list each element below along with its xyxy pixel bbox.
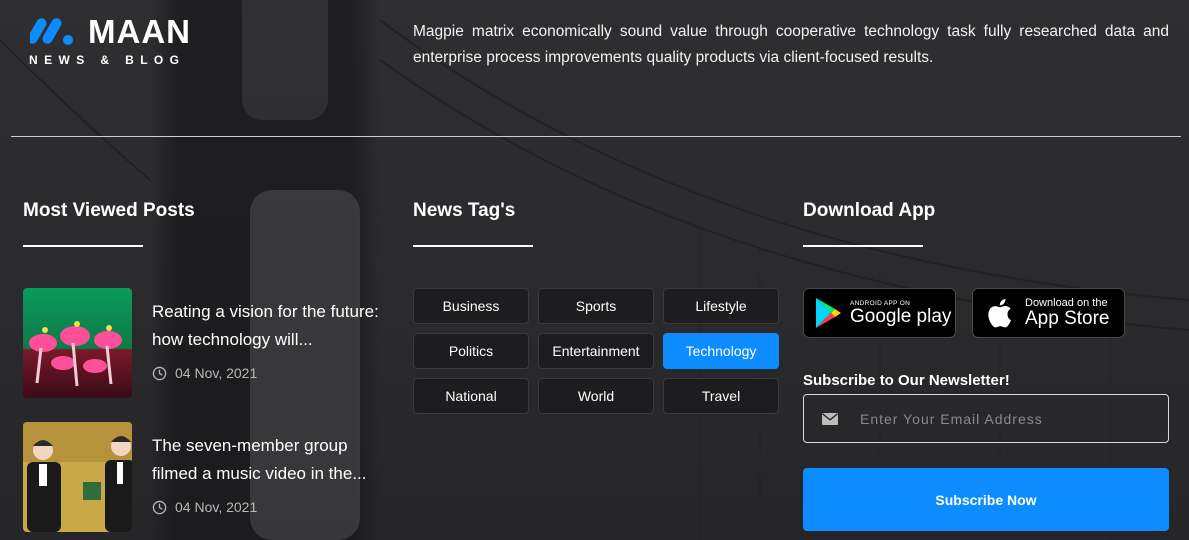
post-date: 04 Nov, 2021 bbox=[175, 499, 258, 515]
tag-technology[interactable]: Technology bbox=[663, 333, 779, 369]
post-item[interactable]: Reating a vision for the future: how tec… bbox=[23, 288, 393, 400]
tag-politics[interactable]: Politics bbox=[413, 333, 529, 369]
tag-business[interactable]: Business bbox=[413, 288, 529, 324]
download-app-title: Download App bbox=[803, 200, 936, 221]
brand-logo[interactable]: MAAN NEWS & BLOG bbox=[29, 12, 220, 72]
email-input[interactable] bbox=[860, 410, 1150, 427]
envelope-icon bbox=[822, 412, 838, 425]
post-item[interactable]: The seven-member group filmed a music vi… bbox=[23, 422, 393, 534]
post-meta: 04 Nov, 2021 bbox=[152, 365, 257, 381]
google-play-icon bbox=[816, 298, 841, 328]
post-date: 04 Nov, 2021 bbox=[175, 365, 258, 381]
post-title[interactable]: Reating a vision for the future: how tec… bbox=[152, 298, 392, 354]
download-app-underline bbox=[803, 245, 923, 247]
tag-entertainment[interactable]: Entertainment bbox=[538, 333, 654, 369]
app-store-text: Download on the App Store bbox=[1025, 297, 1110, 329]
most-viewed-title: Most Viewed Posts bbox=[23, 200, 195, 221]
brand-tagline: NEWS & BLOG bbox=[29, 53, 186, 67]
most-viewed-underline bbox=[23, 245, 143, 247]
footer-divider bbox=[11, 136, 1181, 137]
logo-mark-icon bbox=[30, 18, 73, 45]
post-thumbnail[interactable] bbox=[23, 422, 132, 532]
news-tags-underline bbox=[413, 245, 533, 247]
tag-world[interactable]: World bbox=[538, 378, 654, 414]
footer-intro-text: Magpie matrix economically sound value t… bbox=[413, 23, 1169, 66]
google-play-big-text: Google play bbox=[850, 305, 952, 327]
post-title[interactable]: The seven-member group filmed a music vi… bbox=[152, 432, 392, 488]
tag-cloud: Business Sports Lifestyle Politics Enter… bbox=[413, 288, 779, 414]
brand-name: MAAN bbox=[88, 13, 191, 50]
app-store-button[interactable]: Download on the App Store bbox=[972, 288, 1125, 338]
app-store-big-text: App Store bbox=[1025, 308, 1110, 329]
newsletter-label: Subscribe to Our Newsletter! bbox=[803, 372, 1010, 389]
group-members-image bbox=[23, 422, 132, 532]
clock-icon bbox=[152, 366, 167, 380]
tag-travel[interactable]: Travel bbox=[663, 378, 779, 414]
clock-icon bbox=[152, 500, 167, 514]
tag-national[interactable]: National bbox=[413, 378, 529, 414]
news-tags-title: News Tag's bbox=[413, 200, 516, 221]
google-play-text: ANDROID APP ON Google play bbox=[850, 300, 951, 327]
subscribe-button[interactable]: Subscribe Now bbox=[803, 468, 1169, 531]
tag-sports[interactable]: Sports bbox=[538, 288, 654, 324]
tag-lifestyle[interactable]: Lifestyle bbox=[663, 288, 779, 324]
apple-icon bbox=[988, 299, 1011, 328]
post-meta: 04 Nov, 2021 bbox=[152, 499, 257, 515]
dancers-image bbox=[23, 288, 132, 398]
post-thumbnail[interactable] bbox=[23, 288, 132, 398]
google-play-button[interactable]: ANDROID APP ON Google play bbox=[803, 288, 956, 338]
email-field[interactable] bbox=[803, 394, 1169, 443]
